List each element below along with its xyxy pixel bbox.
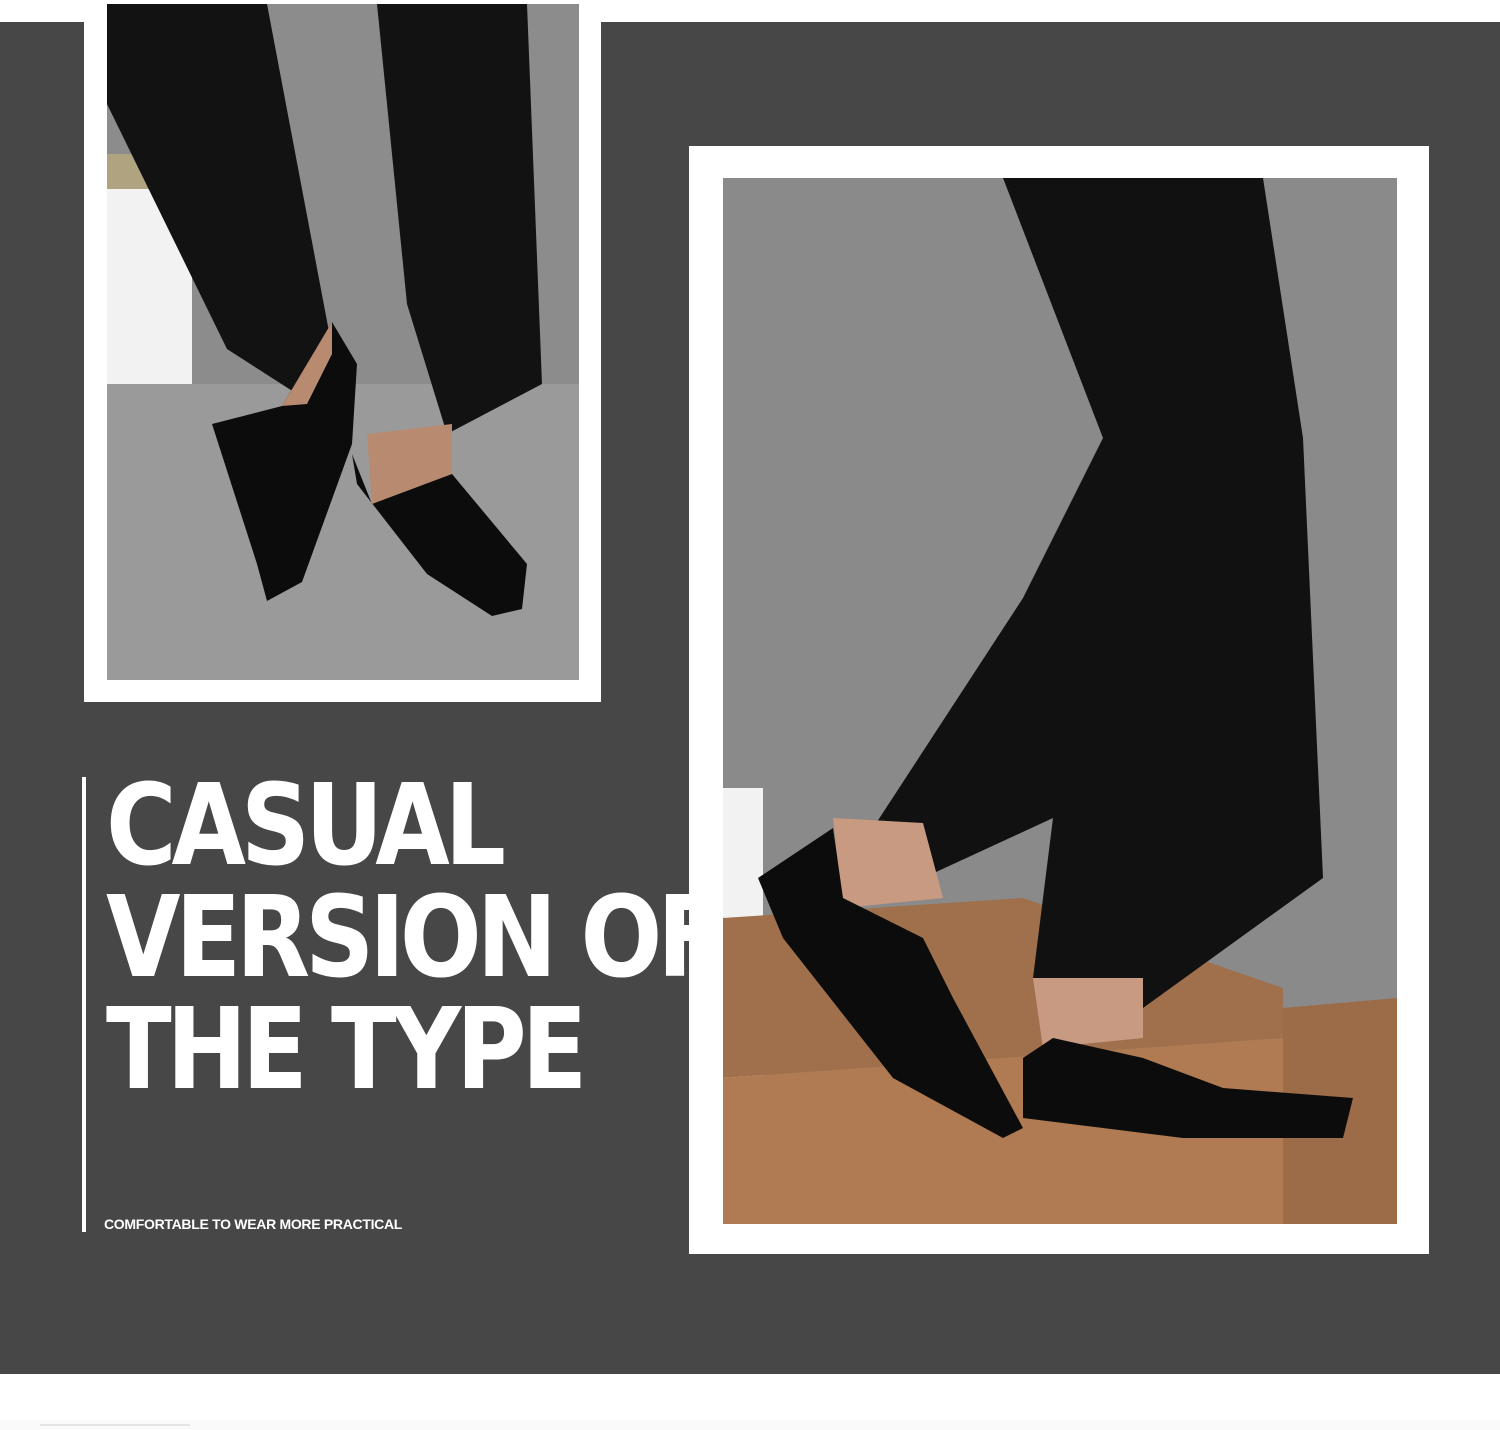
headline-line-2: VERSION OF (106, 873, 723, 1003)
right-product-photo (723, 178, 1397, 1224)
top-white-strip (0, 0, 84, 22)
left-product-photo (107, 4, 579, 680)
headline-line-1: CASUAL (106, 761, 506, 891)
bottom-divider (40, 1424, 190, 1426)
left-photo-illustration (107, 4, 579, 680)
headline-accent-rule (82, 777, 86, 1232)
tagline: COMFORTABLE TO WEAR MORE PRACTICAL (104, 1216, 403, 1232)
headline: CASUAL VERSION OF THE TYPE (106, 761, 723, 1115)
ankle-front (1033, 978, 1143, 1048)
headline-line-3: THE TYPE (106, 985, 587, 1115)
right-photo-illustration (723, 178, 1397, 1224)
bottom-strip (0, 1420, 1500, 1430)
